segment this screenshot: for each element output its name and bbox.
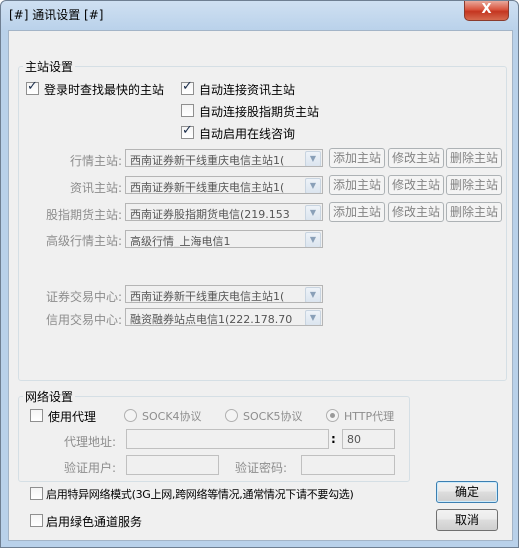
sock4-radio[interactable] <box>124 409 137 422</box>
port-separator: : <box>331 432 336 446</box>
futures-delete-button[interactable]: 删除主站 <box>446 202 502 222</box>
ok-button[interactable]: 确定 <box>436 481 498 503</box>
futures-edit-button[interactable]: 修改主站 <box>388 202 444 222</box>
sock5-radio[interactable] <box>225 409 238 422</box>
auto-info-checkbox[interactable] <box>181 79 194 95</box>
auto-futures-label: 自动连接股指期货主站 <box>199 105 320 119</box>
auto-futures-checkbox[interactable] <box>181 104 194 117</box>
auto-info-label: 自动连接资讯主站 <box>199 83 296 97</box>
special-mode-checkbox[interactable] <box>30 487 43 500</box>
info-add-button[interactable]: 添加主站 <box>329 175 385 195</box>
quote-add-button[interactable]: 添加主站 <box>329 148 385 168</box>
http-proxy-label: HTTP代理 <box>344 410 395 423</box>
quote-delete-button[interactable]: 删除主站 <box>446 148 502 168</box>
network-legend: 网络设置 <box>23 388 76 405</box>
dialog-body: 主站设置 登录时查找最快的主站 自动连接资讯主站 自动连接股指期货主站 自动启用… <box>8 30 513 541</box>
chevron-down-icon[interactable]: ▼ <box>305 205 321 220</box>
verify-user-field[interactable] <box>126 455 219 475</box>
advanced-station-label: 高级行情主站: <box>46 234 123 248</box>
verify-user-label: 验证用户: <box>64 461 117 475</box>
chevron-down-icon[interactable]: ▼ <box>305 232 321 247</box>
use-proxy-checkbox[interactable] <box>30 409 43 422</box>
credit-trade-select[interactable]: 融资融券站点电信1(222.178.70 ▼ <box>125 308 323 326</box>
settings-window: [#] 通讯设置 [#] X 主站设置 登录时查找最快的主站 自动连接资讯主站 … <box>0 0 519 548</box>
auto-consult-label: 自动启用在线咨询 <box>199 127 296 141</box>
proxy-address-label: 代理地址: <box>64 435 117 449</box>
verify-password-field[interactable] <box>301 455 395 475</box>
sock5-label: SOCK5协议 <box>243 410 303 423</box>
verify-password-label: 验证密码: <box>235 461 288 475</box>
sock4-label: SOCK4协议 <box>142 410 202 423</box>
chevron-down-icon[interactable]: ▼ <box>305 310 321 325</box>
use-proxy-label: 使用代理 <box>48 410 97 424</box>
futures-station-value: 西南证券股指期货电信(219.153 <box>130 208 290 221</box>
futures-add-button[interactable]: 添加主站 <box>329 202 385 222</box>
port-field[interactable]: 80 <box>342 429 395 449</box>
title-bar[interactable]: [#] 通讯设置 [#] X <box>1 1 518 27</box>
credit-trade-value: 融资融券站点电信1(222.178.70 <box>130 313 293 326</box>
quote-station-label: 行情主站: <box>70 154 123 168</box>
quote-station-select[interactable]: 西南证券新干线重庆电信主站1( ▼ <box>125 149 323 167</box>
close-icon: X <box>481 2 492 17</box>
credit-trade-label: 信用交易中心: <box>46 313 123 327</box>
main-station-legend: 主站设置 <box>23 58 76 75</box>
proxy-address-field[interactable] <box>126 429 329 449</box>
securities-trade-label: 证券交易中心: <box>46 290 123 304</box>
quote-station-value: 西南证券新干线重庆电信主站1( <box>130 154 285 167</box>
chevron-down-icon[interactable]: ▼ <box>305 151 321 166</box>
chevron-down-icon[interactable]: ▼ <box>305 287 321 302</box>
advanced-station-select[interactable]: 高级行情_上海电信1 ▼ <box>125 230 323 248</box>
close-button[interactable]: X <box>464 1 509 21</box>
futures-station-label: 股指期货主站: <box>46 208 123 222</box>
auto-consult-checkbox[interactable] <box>181 123 194 139</box>
cancel-button[interactable]: 取消 <box>436 509 498 531</box>
info-delete-button[interactable]: 删除主站 <box>446 175 502 195</box>
green-channel-label: 启用绿色通道服务 <box>46 515 143 529</box>
info-edit-button[interactable]: 修改主站 <box>388 175 444 195</box>
http-proxy-radio[interactable] <box>326 409 339 422</box>
info-station-value: 西南证券新干线重庆电信主站1( <box>130 181 285 194</box>
green-channel-checkbox[interactable] <box>30 514 43 527</box>
window-title: [#] 通讯设置 [#] <box>9 8 104 22</box>
info-station-label: 资讯主站: <box>70 181 123 195</box>
port-value: 80 <box>347 433 361 446</box>
quote-edit-button[interactable]: 修改主站 <box>388 148 444 168</box>
special-mode-label: 启用特异网络模式(3G上网,跨网络等情况,通常情况下请不要勾选) <box>46 488 354 501</box>
securities-trade-select[interactable]: 西南证券新干线重庆电信主站1( ▼ <box>125 285 323 303</box>
futures-station-select[interactable]: 西南证券股指期货电信(219.153 ▼ <box>125 203 323 221</box>
info-station-select[interactable]: 西南证券新干线重庆电信主站1( ▼ <box>125 176 323 194</box>
chevron-down-icon[interactable]: ▼ <box>305 178 321 193</box>
find-fastest-checkbox[interactable] <box>26 79 39 95</box>
find-fastest-label: 登录时查找最快的主站 <box>44 83 165 97</box>
advanced-station-value: 高级行情_上海电信1 <box>130 235 231 248</box>
securities-trade-value: 西南证券新干线重庆电信主站1( <box>130 290 285 303</box>
